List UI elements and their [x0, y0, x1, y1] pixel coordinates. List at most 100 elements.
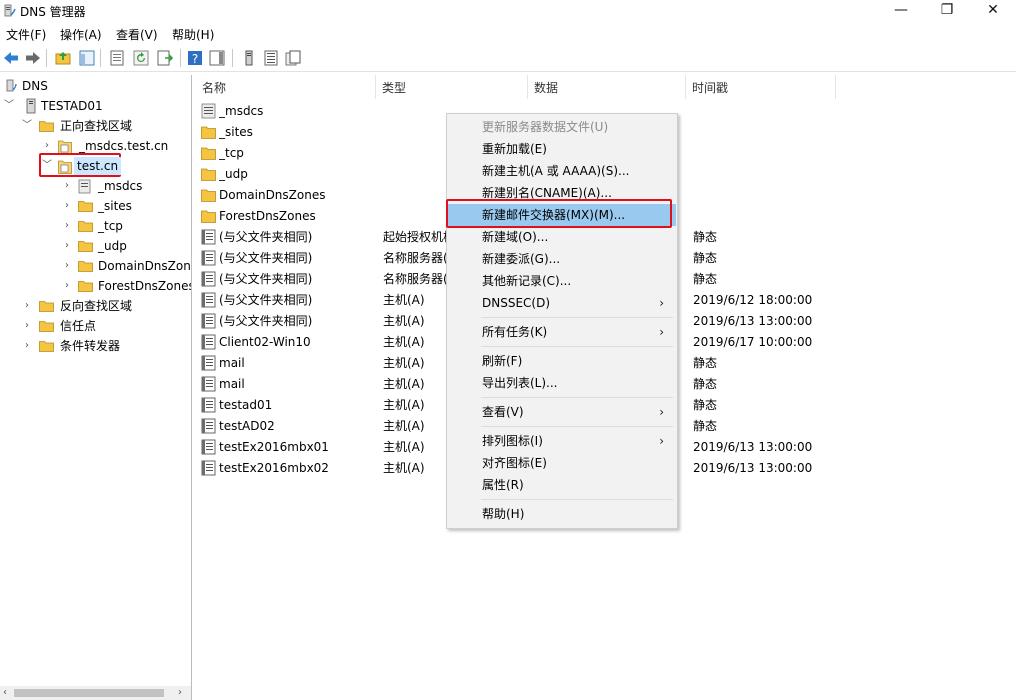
zone-icon: [58, 140, 72, 154]
menu-item-arrange-icons[interactable]: 排列图标(I) ›: [448, 430, 676, 452]
menu-item-all-tasks[interactable]: 所有任务(K) ›: [448, 321, 676, 343]
chevron-down-icon[interactable]: ﹀: [4, 96, 14, 116]
tree-label: _sites: [98, 199, 132, 213]
menu-item-properties[interactable]: 属性(R): [448, 474, 676, 496]
record-icon: [201, 334, 216, 350]
tree-item-server[interactable]: ﹀ TESTAD01: [0, 96, 190, 116]
tree-item-forward-zones[interactable]: ﹀ 正向查找区域: [0, 116, 190, 136]
forward-arrow-icon[interactable]: [24, 49, 42, 67]
tree-item-dns[interactable]: DNS: [0, 76, 190, 96]
show-hide-console-tree-icon[interactable]: [78, 49, 96, 67]
menu-item-new-domain[interactable]: 新建域(O)...: [448, 226, 676, 248]
cell-name: ForestDnsZones: [219, 209, 316, 223]
tree-label: TESTAD01: [41, 99, 103, 113]
copy-records-icon[interactable]: [284, 49, 302, 67]
menu-item-help[interactable]: 帮助(H): [448, 503, 676, 525]
menu-item-reload[interactable]: 重新加载(E): [448, 138, 676, 160]
cell-name: (与父文件夹相同): [219, 272, 313, 286]
cell-type: 主机(A): [383, 293, 425, 307]
column-header-data[interactable]: 数据: [528, 75, 686, 99]
export-list-icon[interactable]: [156, 49, 174, 67]
folder-icon: [78, 221, 93, 232]
record-icon: [201, 397, 216, 413]
maximize-button[interactable]: ❐: [924, 0, 970, 22]
column-header-type[interactable]: 类型: [376, 75, 528, 99]
chevron-down-icon[interactable]: ﹀: [22, 116, 32, 136]
cell-timestamp: 静态: [693, 356, 718, 370]
tree-label: 反向查找区域: [60, 299, 133, 313]
show-hide-action-pane-icon[interactable]: [208, 49, 226, 67]
menu-action[interactable]: 操作(A): [60, 26, 102, 43]
cell-timestamp: 2019/6/12 18:00:00: [693, 293, 813, 307]
tree-item-test-cn[interactable]: ﹀ test.cn: [0, 153, 190, 177]
column-header-name[interactable]: 名称: [196, 75, 376, 99]
menu-item-export-list[interactable]: 导出列表(L)...: [448, 372, 676, 394]
minimize-button[interactable]: —: [878, 0, 924, 22]
menu-item-dnssec[interactable]: DNSSEC(D) ›: [448, 292, 676, 314]
record-icon: [201, 418, 216, 434]
chevron-right-icon[interactable]: ›: [62, 216, 72, 236]
menu-item-refresh[interactable]: 刷新(F): [448, 350, 676, 372]
record-icon: [201, 229, 216, 245]
context-menu: 更新服务器数据文件(U) 重新加载(E) 新建主机(A 或 AAAA)(S)..…: [446, 113, 678, 529]
tree-item-forestdnszones[interactable]: › ForestDnsZones: [0, 276, 191, 296]
cell-name: testEx2016mbx02: [219, 461, 329, 475]
delegation-icon: [78, 179, 91, 194]
column-header-timestamp[interactable]: 时间戳: [686, 75, 836, 99]
tree-label: _msdcs: [98, 179, 143, 193]
horizontal-scrollbar[interactable]: ‹ ›: [0, 686, 191, 700]
cell-timestamp: 静态: [693, 419, 718, 433]
toolbar-separator: [232, 49, 233, 67]
cell-timestamp: 静态: [693, 377, 718, 391]
menu-separator: [481, 346, 673, 347]
zone-icon: [58, 160, 72, 174]
cell-type: 主机(A): [383, 314, 425, 328]
close-button[interactable]: ✕: [970, 0, 1016, 22]
chevron-right-icon[interactable]: ›: [62, 196, 72, 216]
server-icon[interactable]: [240, 49, 258, 67]
chevron-right-icon[interactable]: ›: [22, 316, 32, 336]
cell-name: (与父文件夹相同): [219, 314, 313, 328]
menu-file[interactable]: 文件(F): [6, 26, 46, 43]
chevron-right-icon[interactable]: ›: [62, 236, 72, 256]
chevron-right-icon[interactable]: ›: [62, 276, 72, 296]
refresh-icon[interactable]: [132, 49, 150, 67]
help-icon[interactable]: ?: [186, 49, 204, 67]
tree-item-trust-points[interactable]: › 信任点: [0, 316, 190, 336]
scroll-left-icon[interactable]: ‹: [3, 686, 7, 700]
tree-item-reverse-zones[interactable]: › 反向查找区域: [0, 296, 190, 316]
cell-type: 主机(A): [383, 419, 425, 433]
folder-icon: [39, 321, 54, 332]
tree-item-sites[interactable]: › _sites: [0, 196, 190, 216]
cell-timestamp: 2019/6/17 10:00:00: [693, 335, 813, 349]
tree-item-msdcs[interactable]: › _msdcs: [0, 176, 190, 196]
back-arrow-icon[interactable]: [2, 49, 20, 67]
scroll-right-icon[interactable]: ›: [178, 686, 182, 700]
menu-item-view[interactable]: 查看(V) ›: [448, 401, 676, 423]
menu-separator: [481, 397, 673, 398]
chevron-right-icon[interactable]: ›: [22, 296, 32, 316]
chevron-right-icon[interactable]: ›: [62, 256, 72, 276]
folder-icon: [201, 189, 216, 202]
up-folder-icon[interactable]: [54, 49, 72, 67]
record-icon: [201, 250, 216, 266]
properties-sheet-icon[interactable]: [108, 49, 126, 67]
tree-item-conditional-forwarders[interactable]: › 条件转发器: [0, 336, 190, 356]
toolbar: ?: [0, 45, 1016, 72]
menu-view[interactable]: 查看(V): [116, 26, 158, 43]
menu-item-new-host[interactable]: 新建主机(A 或 AAAA)(S)...: [448, 160, 676, 182]
chevron-right-icon[interactable]: ›: [62, 176, 72, 196]
chevron-right-icon[interactable]: ›: [22, 336, 32, 356]
zone-list-icon[interactable]: [262, 49, 280, 67]
tree-item-tcp[interactable]: › _tcp: [0, 216, 190, 236]
folder-icon: [201, 168, 216, 181]
menu-help[interactable]: 帮助(H): [172, 26, 214, 43]
tree-label: DomainDnsZones: [98, 259, 191, 273]
menu-item-other-records[interactable]: 其他新记录(C)...: [448, 270, 676, 292]
scrollbar-thumb[interactable]: [14, 689, 164, 697]
menu-item-update-server-data[interactable]: 更新服务器数据文件(U): [448, 116, 676, 138]
tree-item-domaindnszones[interactable]: › DomainDnsZones: [0, 256, 191, 276]
tree-item-udp[interactable]: › _udp: [0, 236, 190, 256]
menu-item-new-delegation[interactable]: 新建委派(G)...: [448, 248, 676, 270]
menu-item-line-up-icons[interactable]: 对齐图标(E): [448, 452, 676, 474]
